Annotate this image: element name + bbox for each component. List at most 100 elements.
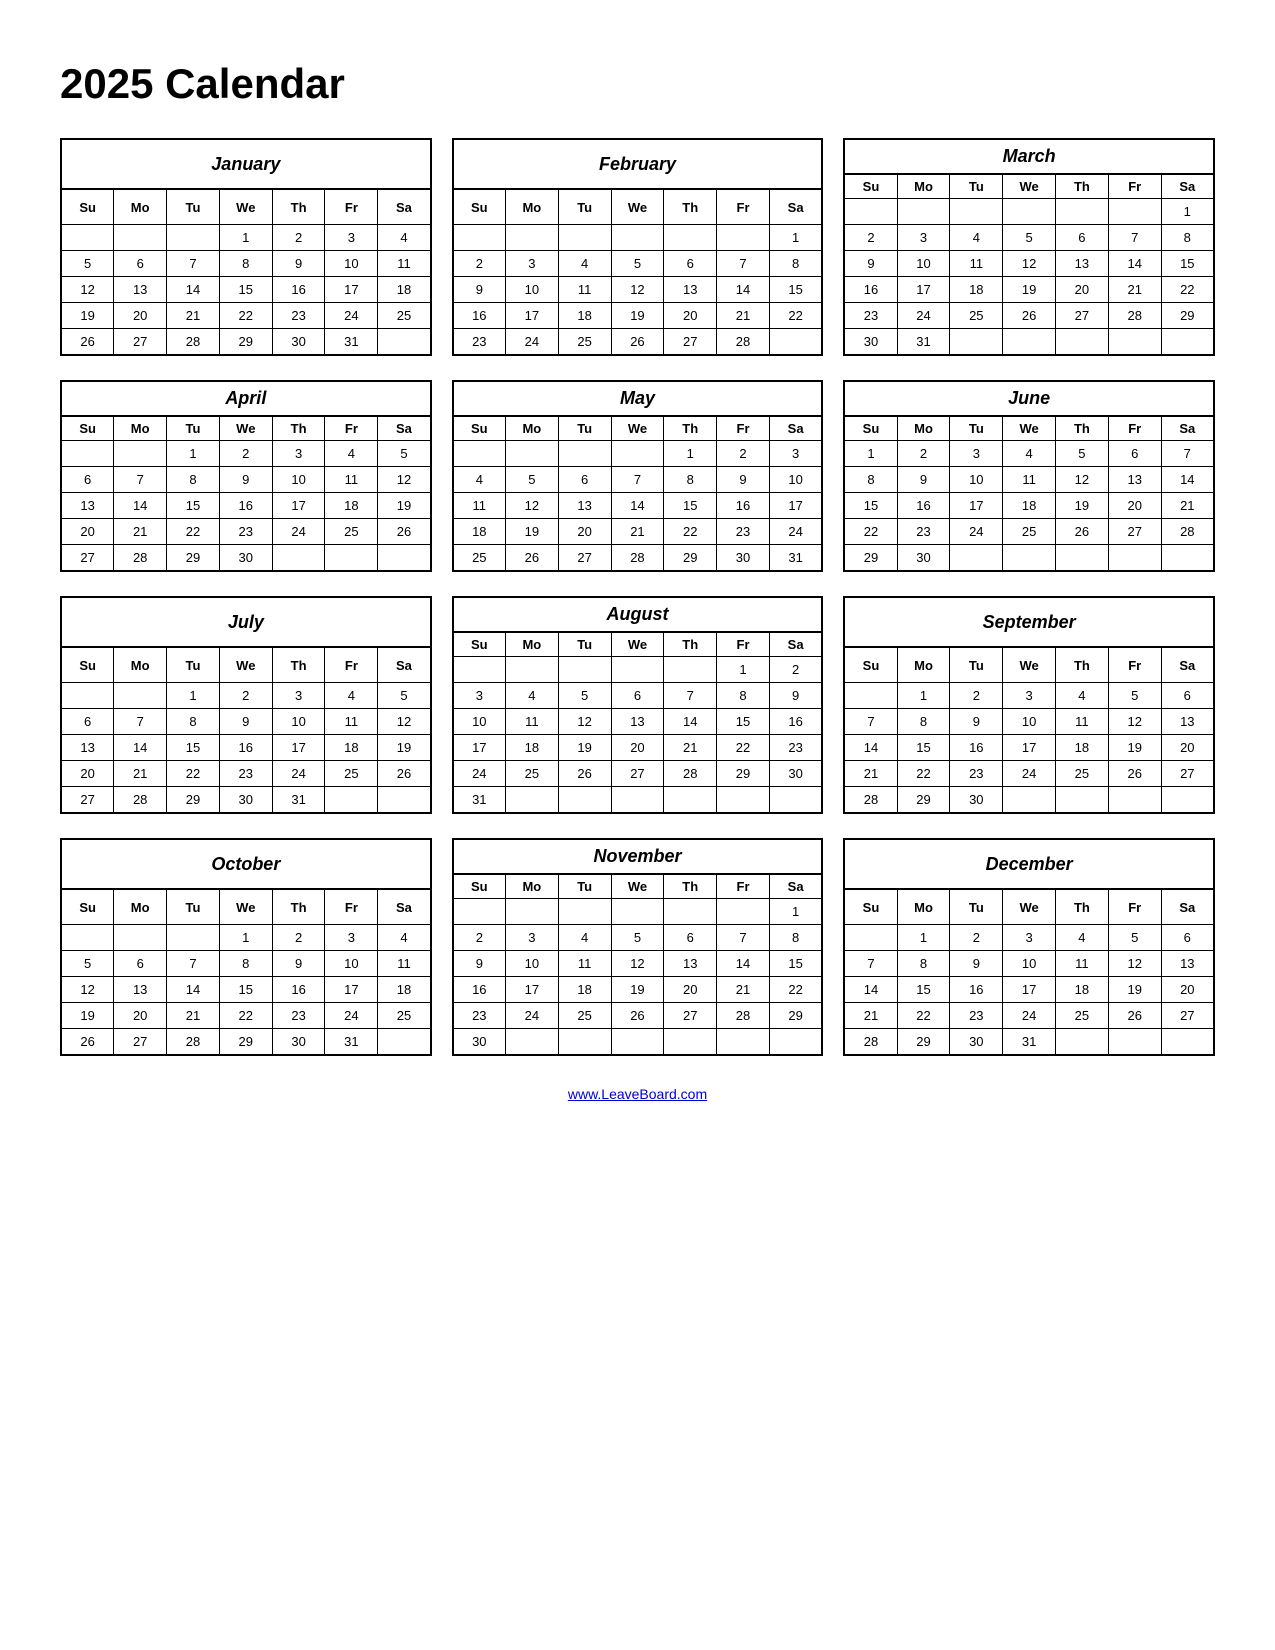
month-table-march: MarchSuMoTuWeThFrSa123456789101112131415… <box>843 138 1215 356</box>
day-cell: 11 <box>950 251 1003 277</box>
day-cell <box>61 683 114 709</box>
day-cell: 25 <box>378 303 431 329</box>
day-cell: 12 <box>378 467 431 493</box>
table-row: 3456789 <box>453 683 823 709</box>
day-header-sa: Sa <box>1161 416 1214 441</box>
day-header-su: Su <box>453 416 506 441</box>
day-cell: 27 <box>114 329 167 356</box>
day-cell <box>1108 329 1161 356</box>
day-cell <box>611 899 664 925</box>
day-cell: 28 <box>717 329 770 356</box>
day-cell: 20 <box>1161 735 1214 761</box>
day-cell: 18 <box>325 735 378 761</box>
day-cell: 5 <box>1056 441 1109 467</box>
table-row: 6789101112 <box>61 467 431 493</box>
day-cell: 20 <box>1056 277 1109 303</box>
day-header-su: Su <box>61 647 114 682</box>
day-header-tu: Tu <box>558 416 611 441</box>
day-cell: 1 <box>897 683 950 709</box>
day-cell: 22 <box>897 761 950 787</box>
day-cell: 24 <box>769 519 822 545</box>
day-cell: 29 <box>219 329 272 356</box>
day-cell: 28 <box>114 545 167 572</box>
day-cell: 4 <box>1003 441 1056 467</box>
day-cell: 4 <box>558 251 611 277</box>
day-cell: 12 <box>1108 951 1161 977</box>
month-name-june: June <box>844 381 1214 416</box>
day-header-sa: Sa <box>378 647 431 682</box>
day-cell: 24 <box>272 761 325 787</box>
day-cell: 31 <box>769 545 822 572</box>
day-cell: 26 <box>378 519 431 545</box>
day-cell: 8 <box>219 951 272 977</box>
day-header-sa: Sa <box>1161 647 1214 682</box>
table-row: 123456 <box>844 683 1214 709</box>
day-cell <box>717 1029 770 1056</box>
day-header-we: We <box>611 874 664 899</box>
day-header-th: Th <box>272 889 325 924</box>
table-row: 232425262728 <box>453 329 823 356</box>
table-row: 2345678 <box>453 251 823 277</box>
day-header-su: Su <box>453 874 506 899</box>
day-cell: 12 <box>505 493 558 519</box>
day-cell: 8 <box>1161 225 1214 251</box>
day-header-fr: Fr <box>325 889 378 924</box>
day-cell: 23 <box>844 303 897 329</box>
day-cell <box>272 545 325 572</box>
day-cell: 3 <box>505 925 558 951</box>
month-table-june: JuneSuMoTuWeThFrSa1234567891011121314151… <box>843 380 1215 572</box>
day-cell: 3 <box>272 441 325 467</box>
table-row: 1 <box>844 199 1214 225</box>
day-cell: 15 <box>897 735 950 761</box>
day-cell <box>1003 787 1056 814</box>
day-header-we: We <box>1003 174 1056 199</box>
day-cell: 2 <box>453 251 506 277</box>
table-row: 1234567 <box>844 441 1214 467</box>
month-name-august: August <box>453 597 823 632</box>
day-cell: 14 <box>1108 251 1161 277</box>
day-cell: 28 <box>1108 303 1161 329</box>
day-cell: 16 <box>844 277 897 303</box>
day-cell: 7 <box>844 951 897 977</box>
day-cell: 11 <box>378 251 431 277</box>
table-row: 9101112131415 <box>844 251 1214 277</box>
day-cell: 13 <box>1056 251 1109 277</box>
day-header-tu: Tu <box>167 189 220 224</box>
day-cell: 7 <box>114 467 167 493</box>
day-cell <box>378 787 431 814</box>
footer-link[interactable]: www.LeaveBoard.com <box>60 1086 1215 1102</box>
day-cell: 9 <box>272 251 325 277</box>
table-row: 1 <box>453 899 823 925</box>
day-cell: 10 <box>453 709 506 735</box>
day-cell: 30 <box>844 329 897 356</box>
day-cell <box>1003 545 1056 572</box>
day-cell <box>717 899 770 925</box>
month-table-october: OctoberSuMoTuWeThFrSa1234567891011121314… <box>60 838 432 1056</box>
day-cell: 23 <box>219 761 272 787</box>
day-cell <box>950 545 1003 572</box>
day-cell: 6 <box>558 467 611 493</box>
day-header-th: Th <box>1056 647 1109 682</box>
day-header-we: We <box>219 189 272 224</box>
day-cell: 28 <box>167 1029 220 1056</box>
day-cell: 7 <box>167 251 220 277</box>
day-cell: 14 <box>844 977 897 1003</box>
day-cell <box>950 329 1003 356</box>
day-cell: 25 <box>453 545 506 572</box>
day-cell: 11 <box>325 467 378 493</box>
day-cell: 17 <box>453 735 506 761</box>
day-cell <box>61 225 114 251</box>
table-row: 1 <box>453 225 823 251</box>
day-cell: 25 <box>378 1003 431 1029</box>
day-cell: 30 <box>950 787 1003 814</box>
day-cell: 22 <box>769 303 822 329</box>
day-header-sa: Sa <box>769 632 822 657</box>
day-cell: 22 <box>897 1003 950 1029</box>
day-cell <box>1056 545 1109 572</box>
day-cell <box>505 657 558 683</box>
day-cell: 4 <box>378 225 431 251</box>
day-cell: 8 <box>167 467 220 493</box>
month-name-december: December <box>844 839 1214 889</box>
day-cell: 19 <box>61 303 114 329</box>
day-cell: 15 <box>664 493 717 519</box>
